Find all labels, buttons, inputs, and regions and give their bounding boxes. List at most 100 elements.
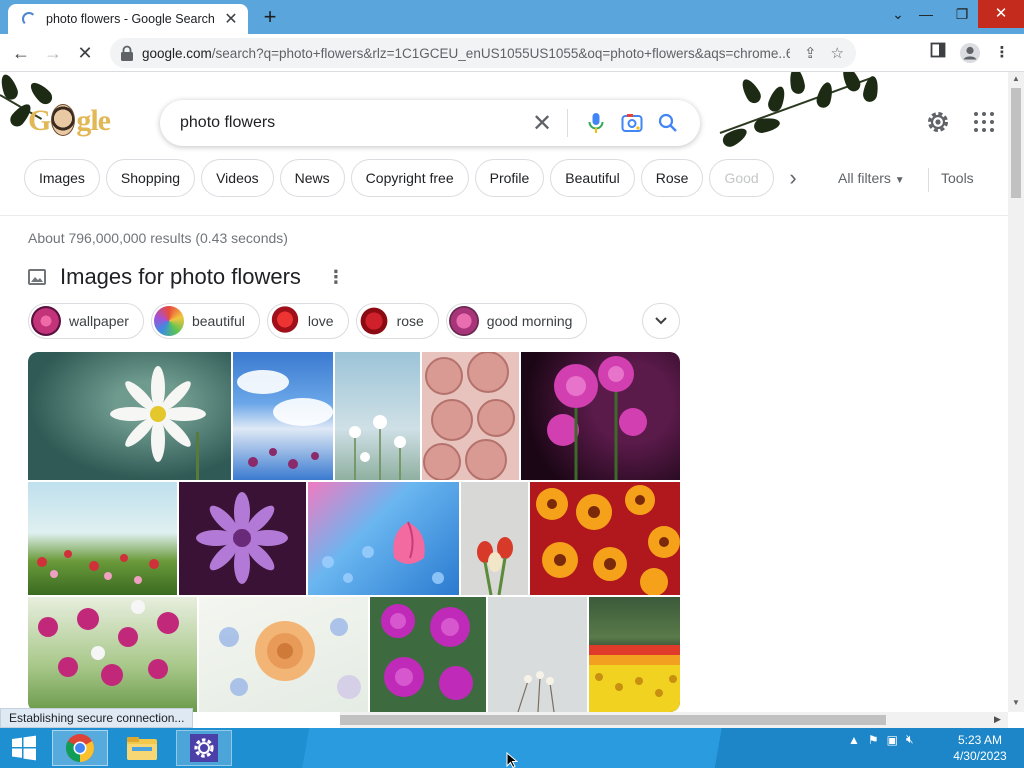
taskbar-chrome[interactable] [52,730,108,766]
browser-menu-icon[interactable]: ⋮ [990,42,1014,66]
lens-search-icon[interactable] [614,105,650,141]
doodle-portrait-icon [51,104,76,136]
chip-images[interactable]: Images [24,159,100,197]
expand-chips-button[interactable] [642,303,680,339]
refine-chip-wallpaper[interactable]: wallpaper [28,303,144,339]
taskbar-file-explorer[interactable] [114,730,170,766]
image-result-tulip-garden[interactable] [589,597,680,712]
taskbar-settings[interactable] [176,730,232,766]
lock-icon [120,45,134,61]
settings-app-icon [190,734,218,762]
show-hidden-icons-icon[interactable]: ▲ [848,733,860,747]
image-result-daisy[interactable] [28,352,231,480]
images-section-header: Images for photo flowers ⋮ [28,264,345,290]
image-result-cosmos[interactable] [28,597,197,712]
image-result-magenta-asters[interactable] [521,352,680,480]
image-result-pink-ranunculus[interactable] [422,352,519,480]
search-filter-chips: Images Shopping Videos News Copyright fr… [24,159,784,199]
profile-avatar-icon[interactable] [958,42,982,66]
share-icon[interactable]: ⇪ [804,44,817,62]
flower-thumbnail [448,306,479,336]
image-result-purple-roses[interactable] [370,597,486,712]
restore-button[interactable]: ❐ [944,0,980,28]
tab-close-icon[interactable]: ✕ [222,9,240,29]
image-results-grid [28,352,680,712]
more-options-icon[interactable]: ⋮ [327,267,345,288]
refine-chip-label: rose [396,313,424,329]
new-tab-button[interactable]: + [258,4,282,30]
minimize-button[interactable]: — [908,0,944,28]
image-result-white-minimal[interactable] [488,597,587,712]
image-result-wildflower-field[interactable] [28,482,177,595]
url-path: /search?q=photo+flowers&rlz=1C1GCEU_enUS… [211,45,790,61]
browser-tab[interactable]: photo flowers - Google Search ✕ [8,4,248,34]
scroll-right-arrow-icon[interactable]: ▶ [994,714,1001,725]
image-result-peach-rose[interactable] [199,597,368,712]
search-submit-icon[interactable] [650,105,686,141]
browser-toolbar: ← → ✕ google.com/search?q=photo+flowers&… [0,34,1024,72]
images-section-title[interactable]: Images for photo flowers [60,264,301,290]
horizontal-scroll-thumb[interactable] [340,715,886,725]
all-filters-button[interactable]: All filters ▼ [838,170,905,186]
volume-muted-icon[interactable]: 🔇︎ [906,732,914,747]
forward-button[interactable]: → [40,41,66,65]
horizontal-scrollbar[interactable]: ▶ [340,712,1008,728]
image-refine-chips: wallpaper beautiful love rose good morni… [28,303,588,339]
start-button[interactable] [0,730,48,766]
image-result-pink-tulip-blue[interactable] [308,482,459,595]
chip-copyright-free[interactable]: Copyright free [350,159,469,197]
image-result-tulip-bouquet[interactable] [461,482,528,595]
stop-loading-button[interactable]: ✕ [72,41,98,65]
clear-search-icon[interactable]: ✕ [527,109,557,138]
tools-divider [928,168,929,192]
image-result-sky-flowers[interactable] [233,352,333,480]
chevron-right-icon[interactable]: › [780,167,806,189]
chip-beautiful[interactable]: Beautiful [550,159,635,197]
screen: photo flowers - Google Search ✕ + ⌄ — ❐ … [0,0,1024,768]
image-result-white-wildflowers[interactable] [335,352,420,480]
network-icon[interactable]: ▣ [887,733,898,747]
chip-videos[interactable]: Videos [201,159,274,197]
tools-button[interactable]: Tools [941,170,974,186]
caret-down-icon: ▼ [894,175,905,186]
taskbar-clock[interactable]: 5:23 AM 4/30/2023 [948,732,1012,764]
action-center-flag-icon[interactable]: ⚑ [868,733,879,747]
refine-chip-rose[interactable]: rose [355,303,439,339]
search-box[interactable]: photo flowers ✕ [160,100,700,146]
url-domain: google.com [142,45,212,61]
back-button[interactable]: ← [8,41,34,65]
side-panel-icon[interactable] [926,42,950,66]
search-input[interactable]: photo flowers [180,114,527,132]
chip-good[interactable]: Good [709,159,774,197]
google-doodle-logo[interactable]: Ggle [28,104,111,138]
vertical-scrollbar[interactable]: ▲ ▼ [1008,72,1024,712]
image-result-purple-daisy[interactable] [179,482,306,595]
address-bar[interactable]: google.com/search?q=photo+flowers&rlz=1C… [110,38,856,68]
refine-chip-label: love [307,313,334,329]
status-bubble: Establishing secure connection... [0,708,194,728]
page-content: Ggle photo flowers ✕ Images Shopping Vid… [0,72,1008,712]
chip-shopping[interactable]: Shopping [105,159,196,197]
refine-chip-beautiful[interactable]: beautiful [150,303,260,339]
bookmark-star-icon[interactable]: ☆ [831,44,844,62]
close-window-button[interactable]: ✕ [978,0,1024,28]
image-result-orange-flowers[interactable] [530,482,680,595]
chip-news[interactable]: News [279,159,345,197]
url-text[interactable]: google.com/search?q=photo+flowers&rlz=1C… [142,46,790,61]
voice-search-icon[interactable] [578,105,614,141]
chrome-icon [66,734,94,762]
scroll-up-arrow-icon[interactable]: ▲ [1008,72,1024,86]
settings-gear-icon[interactable] [924,108,952,136]
scroll-down-arrow-icon[interactable]: ▼ [1008,696,1024,710]
vertical-scroll-thumb[interactable] [1011,88,1021,198]
refine-chip-label: wallpaper [69,313,129,329]
google-apps-icon[interactable] [972,110,996,134]
refine-chip-love[interactable]: love [266,303,349,339]
mouse-cursor-icon [506,752,518,768]
chip-profile[interactable]: Profile [474,159,545,197]
refine-chip-label: good morning [486,313,573,329]
flower-thumbnail [358,306,389,336]
chip-rose[interactable]: Rose [640,159,704,197]
refine-chip-label: beautiful [191,313,245,329]
refine-chip-good-morning[interactable]: good morning [445,303,588,339]
